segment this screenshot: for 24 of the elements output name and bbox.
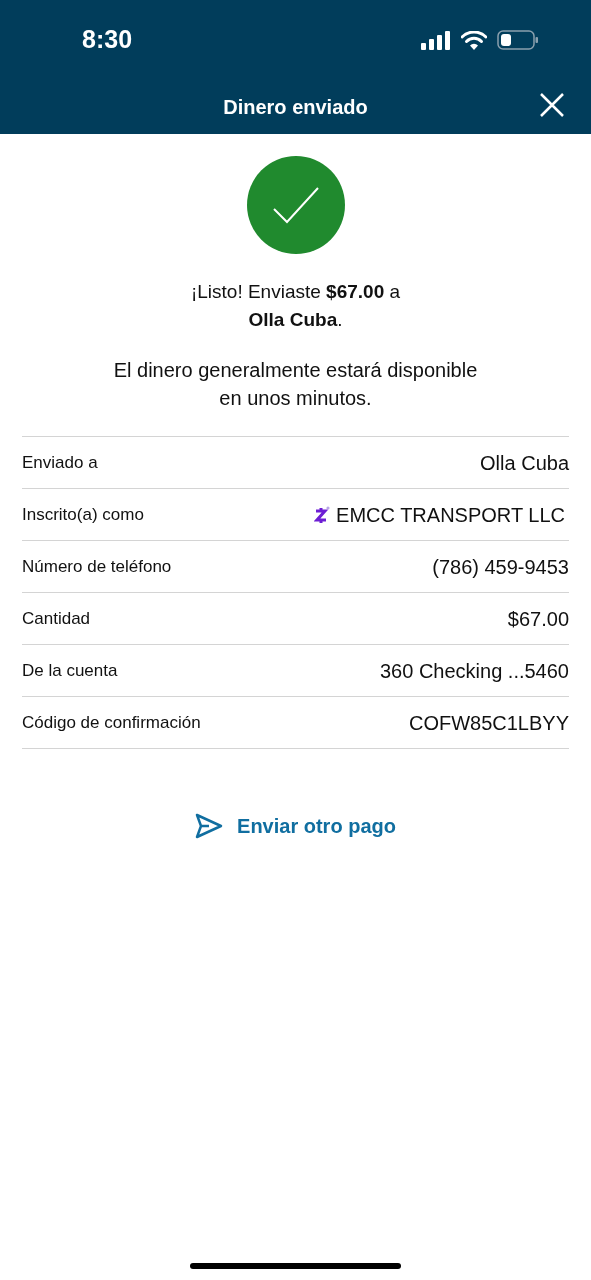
status-time: 8:30 (82, 24, 133, 56)
detail-label: Código de confirmación (22, 711, 201, 734)
detail-value: COFW85C1LBYY (408, 710, 569, 736)
send-icon (195, 813, 224, 839)
detail-value: Olla Cuba (480, 450, 569, 476)
detail-label: Número de teléfono (22, 555, 172, 578)
battery-icon (497, 30, 539, 50)
detail-label: Cantidad (22, 607, 91, 630)
detail-value: $67.00 (507, 606, 569, 632)
zelle-icon (314, 504, 331, 525)
close-icon (539, 92, 565, 118)
availability-note: El dinero generalmente estará disponible en unos minutos. (113, 358, 478, 411)
detail-value: 360 Checking ...5460 (379, 658, 569, 684)
wifi-icon (461, 30, 487, 50)
success-message: ¡Listo! Enviaste $67.00 a Olla Cuba. (190, 280, 401, 332)
detail-value: (786) 459-9453 (432, 554, 569, 580)
signal-icon (421, 30, 451, 50)
screen-title: Dinero enviado (223, 95, 368, 120)
detail-label: Enviado a (22, 451, 98, 474)
send-another-payment-link[interactable]: Enviar otro pago (195, 811, 396, 841)
close-button[interactable] (539, 92, 565, 118)
detail-label: De la cuenta (22, 659, 118, 682)
detail-label: Inscrito(a) como (22, 503, 144, 526)
detail-value: EMCC TRANSPORT LLC (336, 502, 565, 528)
